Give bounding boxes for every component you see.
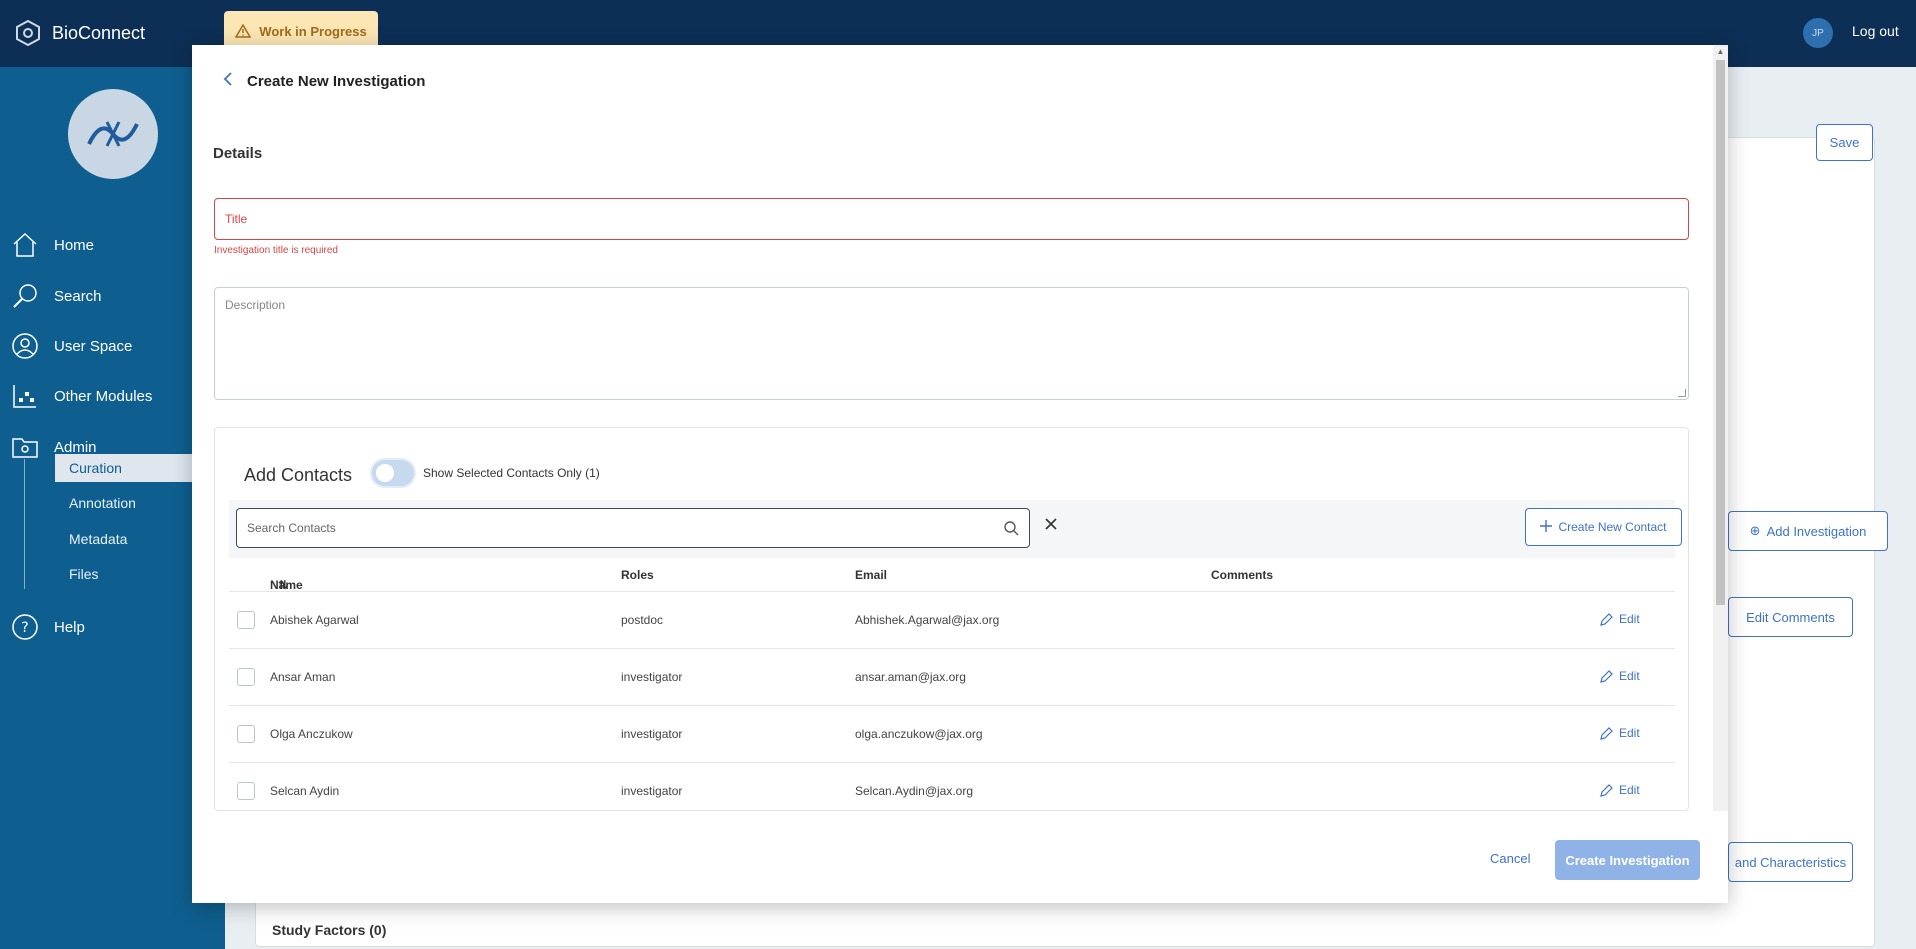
- toggle-knob: [376, 464, 394, 482]
- logout-button[interactable]: Log out: [1852, 23, 1899, 39]
- sidebar-item-label: User Space: [54, 337, 133, 355]
- help-icon: ?: [10, 612, 40, 642]
- column-header-comments: Comments: [1211, 568, 1274, 582]
- characteristics-label: and Characteristics: [1734, 854, 1847, 870]
- table-row[interactable]: Abishek Agarwal postdoc Abhishek.Agarwal…: [229, 592, 1675, 649]
- contact-email: Selcan.Aydin@jax.org: [855, 784, 974, 798]
- add-contacts-section: Add Contacts Show Selected Contacts Only…: [214, 427, 1689, 811]
- pencil-icon: [1600, 669, 1613, 683]
- edit-label: Edit: [1619, 783, 1640, 797]
- study-factors-heading: Study Factors (0): [272, 922, 387, 938]
- scrollbar-thumb[interactable]: [1716, 60, 1725, 605]
- modules-icon: [10, 381, 40, 411]
- admin-folder-icon: [10, 432, 40, 462]
- title-error-message: Investigation title is required: [214, 245, 338, 256]
- create-investigation-modal: ▲ Create New Investigation Details Title…: [192, 45, 1728, 903]
- contact-name: Selcan Aydin: [270, 784, 340, 798]
- edit-contact-button[interactable]: Edit: [1600, 669, 1640, 683]
- create-new-contact-label: Create New Contact: [1558, 520, 1667, 534]
- contact-role: investigator: [621, 727, 683, 741]
- characteristics-button[interactable]: and Characteristics: [1728, 842, 1853, 882]
- app-name: BioConnect: [52, 22, 146, 43]
- pencil-icon: [1600, 612, 1613, 626]
- svg-text:?: ?: [21, 620, 28, 636]
- warning-icon: [235, 24, 252, 38]
- sidebar-item-label: Help: [54, 618, 85, 636]
- contact-role: postdoc: [621, 613, 664, 627]
- edit-label: Edit: [1619, 669, 1640, 683]
- edit-comments-button[interactable]: Edit Comments: [1728, 597, 1853, 637]
- contacts-toolbar: Search Contacts Create New Contact: [229, 500, 1682, 558]
- scroll-up-icon[interactable]: ▲: [1716, 47, 1725, 57]
- create-new-contact-button[interactable]: Create New Contact: [1525, 508, 1682, 546]
- create-investigation-button[interactable]: Create Investigation: [1555, 840, 1700, 880]
- pencil-icon: [1600, 783, 1613, 797]
- column-header-roles: Roles: [621, 568, 654, 582]
- description-textarea[interactable]: Description: [214, 287, 1689, 400]
- table-row[interactable]: Olga Anczukow investigator olga.anczukow…: [229, 706, 1675, 763]
- row-checkbox[interactable]: [237, 725, 255, 743]
- title-input[interactable]: Title: [214, 198, 1689, 240]
- plus-circle-icon: ⊕: [1749, 523, 1761, 538]
- contacts-table-header: Name ⇅ Roles Email Comments: [229, 558, 1675, 592]
- bioconnect-logo-icon: [16, 19, 40, 47]
- jax-logo: [68, 89, 158, 179]
- contact-email: Abhishek.Agarwal@jax.org: [855, 613, 1000, 627]
- contact-name: Ansar Aman: [270, 670, 336, 684]
- edit-comments-label: Edit Comments: [1746, 609, 1835, 625]
- column-header-email: Email: [855, 568, 888, 582]
- row-checkbox[interactable]: [237, 668, 255, 686]
- search-contacts-placeholder: Search Contacts: [247, 521, 336, 535]
- sidebar-item-label: Search: [54, 287, 102, 305]
- search-icon[interactable]: [1003, 520, 1019, 539]
- edit-label: Edit: [1619, 726, 1640, 740]
- status-badge-label: Work in Progress: [259, 23, 367, 39]
- contact-email: olga.anczukow@jax.org: [855, 727, 983, 741]
- resize-grip-icon[interactable]: [1678, 389, 1686, 397]
- show-selected-label: Show Selected Contacts Only (1): [423, 466, 600, 480]
- show-selected-toggle[interactable]: [370, 458, 416, 488]
- search-icon: [10, 281, 40, 311]
- contact-role: investigator: [621, 670, 683, 684]
- sidebar-item-label: Other Modules: [54, 387, 153, 405]
- user-icon: [10, 331, 40, 361]
- add-investigation-label: Add Investigation: [1766, 523, 1867, 539]
- search-contacts-input[interactable]: Search Contacts: [236, 508, 1030, 548]
- modal-header: Create New Investigation: [223, 72, 425, 91]
- table-row[interactable]: Ansar Aman investigator ansar.aman@jax.o…: [229, 649, 1675, 706]
- edit-contact-button[interactable]: Edit: [1600, 612, 1640, 626]
- details-heading: Details: [213, 145, 263, 162]
- brand[interactable]: BioConnect: [14, 19, 145, 47]
- save-button[interactable]: Save: [1816, 124, 1873, 161]
- contact-name: Abishek Agarwal: [270, 613, 359, 627]
- sidebar-item-label: Home: [54, 236, 95, 254]
- row-checkbox[interactable]: [237, 611, 255, 629]
- sidebar-item-label: Admin: [54, 438, 97, 456]
- jax-logo-icon: [87, 121, 139, 147]
- clear-search-icon[interactable]: [1044, 517, 1058, 536]
- pencil-icon: [1600, 726, 1613, 740]
- edit-contact-button[interactable]: Edit: [1600, 783, 1640, 797]
- plus-icon: [1540, 519, 1553, 535]
- row-checkbox[interactable]: [237, 782, 255, 800]
- edit-contact-button[interactable]: Edit: [1600, 726, 1640, 740]
- cancel-button[interactable]: Cancel: [1490, 851, 1530, 866]
- contact-email: ansar.aman@jax.org: [855, 670, 966, 684]
- description-placeholder: Description: [225, 298, 286, 312]
- contact-name: Olga Anczukow: [270, 727, 353, 741]
- home-icon: [10, 230, 40, 260]
- add-contacts-heading: Add Contacts: [244, 465, 353, 485]
- modal-title: Create New Investigation: [247, 73, 426, 90]
- table-row[interactable]: Selcan Aydin investigator Selcan.Aydin@j…: [229, 763, 1675, 810]
- add-investigation-button[interactable]: ⊕ Add Investigation: [1728, 511, 1888, 551]
- sort-icon[interactable]: ⇅: [278, 578, 288, 592]
- back-chevron-icon[interactable]: [223, 72, 233, 91]
- edit-label: Edit: [1619, 612, 1640, 626]
- avatar[interactable]: JP: [1803, 18, 1833, 48]
- contact-role: investigator: [621, 784, 683, 798]
- modal-scrollbar[interactable]: ▲: [1713, 45, 1728, 811]
- subnav-divider: [24, 459, 25, 589]
